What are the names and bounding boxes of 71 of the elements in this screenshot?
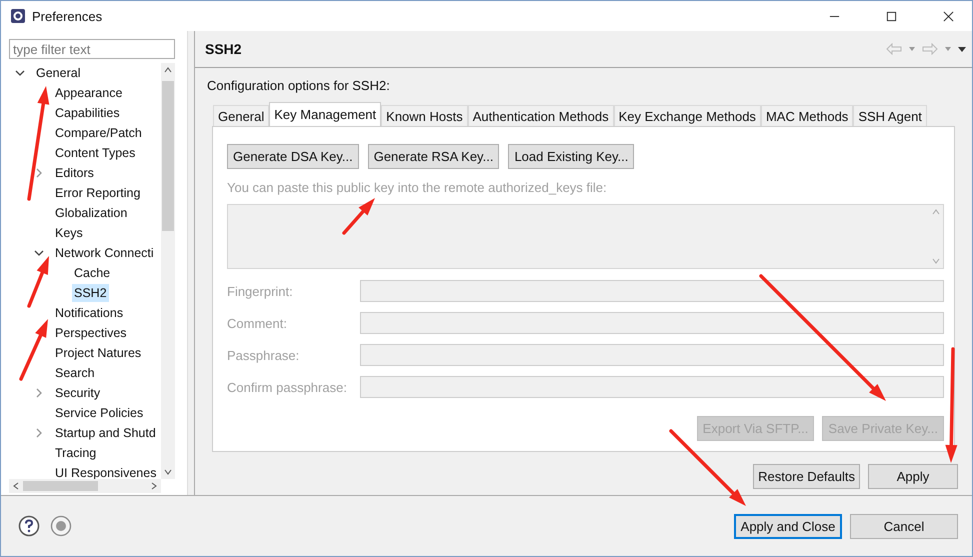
key-button[interactable]: Load Existing Key... bbox=[508, 144, 634, 169]
tab[interactable]: MAC Methods bbox=[760, 105, 854, 126]
scroll-right-icon[interactable] bbox=[149, 481, 159, 491]
chevron-down-icon[interactable] bbox=[34, 248, 44, 258]
scroll-left-icon[interactable] bbox=[11, 481, 21, 491]
chevron-right-icon[interactable] bbox=[34, 168, 44, 178]
horizontal-scrollbar[interactable] bbox=[9, 479, 161, 493]
tree-item[interactable]: Content Types bbox=[53, 144, 138, 162]
field-label: Comment: bbox=[227, 316, 288, 330]
hint-text: You can paste this public key into the remote authorized_keys file: bbox=[227, 180, 608, 195]
chevron-down-icon[interactable] bbox=[15, 68, 25, 78]
tree-item[interactable]: Editors bbox=[53, 164, 96, 182]
close-icon[interactable] bbox=[943, 10, 954, 22]
dialog-button[interactable]: Apply and Close bbox=[734, 514, 842, 538]
key-button[interactable]: Generate DSA Key... bbox=[227, 144, 359, 169]
tab[interactable]: Key Management bbox=[269, 102, 382, 126]
tree-item[interactable]: Appearance bbox=[53, 84, 124, 102]
annotation-arrow bbox=[19, 319, 48, 381]
tree-item[interactable]: Security bbox=[53, 384, 102, 402]
tree-item[interactable]: Startup and Shutd bbox=[53, 424, 158, 442]
tree-item[interactable]: Globalization bbox=[53, 204, 130, 222]
chevron-right-icon[interactable] bbox=[34, 428, 44, 438]
record-icon[interactable] bbox=[50, 515, 72, 537]
tree-item[interactable]: Project Natures bbox=[53, 344, 144, 362]
tree-item[interactable]: Search bbox=[53, 364, 97, 382]
tree-item[interactable]: Network Connecti bbox=[53, 244, 156, 262]
tree-item[interactable]: Tracing bbox=[53, 444, 98, 462]
tab[interactable]: SSH Agent bbox=[853, 105, 927, 126]
tab[interactable]: Key Exchange Methods bbox=[614, 105, 761, 126]
tree-item[interactable]: General bbox=[34, 64, 82, 82]
tab[interactable]: General bbox=[213, 105, 270, 126]
maximize-icon[interactable] bbox=[886, 10, 897, 22]
annotation-arrow bbox=[342, 198, 375, 235]
forward-arrow-icon[interactable] bbox=[922, 43, 938, 55]
tree-item[interactable]: Keys bbox=[53, 224, 85, 242]
tree-item[interactable]: Compare/Patch bbox=[53, 124, 144, 142]
dropdown-icon[interactable] bbox=[908, 45, 916, 53]
tab[interactable]: Known Hosts bbox=[381, 105, 468, 126]
app-icon bbox=[10, 8, 26, 24]
tree-item[interactable]: Service Policies bbox=[53, 404, 146, 422]
scroll-down-icon[interactable] bbox=[163, 467, 173, 477]
input-field[interactable] bbox=[360, 280, 944, 302]
field-label: Passphrase: bbox=[227, 348, 300, 362]
field-label: Fingerprint: bbox=[227, 284, 294, 298]
dialog-button[interactable]: Cancel bbox=[850, 514, 958, 538]
vertical-scrollbar[interactable] bbox=[161, 63, 175, 479]
input-field[interactable] bbox=[360, 344, 944, 366]
tree-item[interactable]: Perspectives bbox=[53, 324, 129, 342]
page-description: Configuration options for SSH2: bbox=[207, 78, 391, 93]
window-title: Preferences bbox=[32, 8, 102, 24]
tree-item[interactable]: Error Reporting bbox=[53, 184, 142, 202]
page-title: SSH2 bbox=[205, 41, 242, 57]
scroll-up-icon[interactable] bbox=[163, 65, 173, 75]
page-button[interactable]: Apply bbox=[868, 464, 958, 489]
page-button[interactable]: Restore Defaults bbox=[753, 464, 860, 489]
tree-item[interactable]: Cache bbox=[72, 264, 112, 282]
annotation-arrow bbox=[27, 256, 49, 308]
tree-item[interactable]: Capabilities bbox=[53, 104, 122, 122]
dropdown-icon[interactable] bbox=[944, 45, 952, 53]
filter-field[interactable]: type filter text bbox=[9, 39, 175, 59]
input-field[interactable] bbox=[360, 376, 944, 398]
tree-item[interactable]: Notifications bbox=[53, 304, 126, 322]
menu-icon[interactable] bbox=[958, 45, 966, 53]
tree-item[interactable]: SSH2 bbox=[72, 284, 109, 302]
tab[interactable]: Authentication Methods bbox=[468, 105, 614, 126]
input-field[interactable] bbox=[360, 312, 944, 334]
help-icon[interactable] bbox=[18, 515, 40, 537]
field-label: Confirm passphrase: bbox=[227, 380, 348, 394]
chevron-right-icon[interactable] bbox=[34, 388, 44, 398]
back-arrow-icon[interactable] bbox=[886, 43, 902, 55]
key-button[interactable]: Generate RSA Key... bbox=[368, 144, 500, 169]
